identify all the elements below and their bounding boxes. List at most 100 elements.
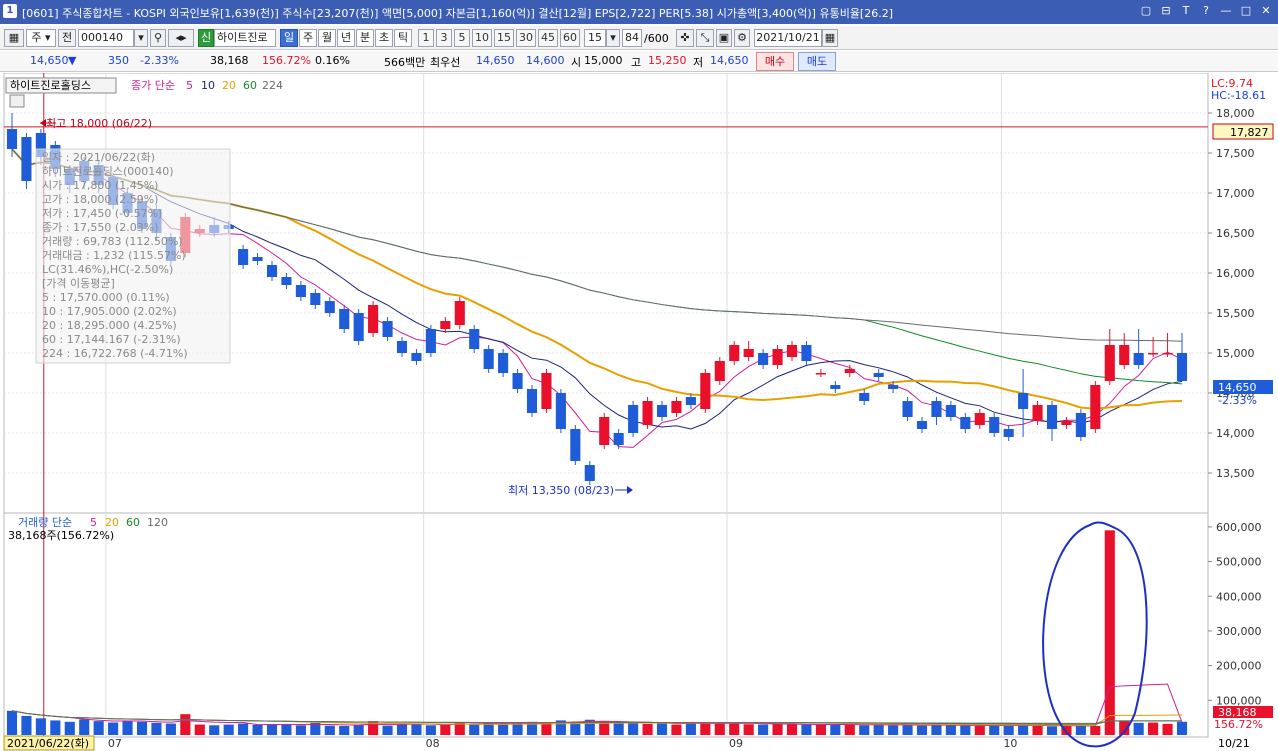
crosshair-icon[interactable]: ✜: [676, 29, 694, 47]
volume-ratio: 156.72%: [262, 54, 311, 67]
speaker-icon[interactable]: ◂▸: [168, 29, 194, 47]
volume-bar: [772, 723, 783, 735]
volume-bar: [685, 722, 696, 735]
tab-week[interactable]: 주: [299, 29, 317, 47]
volume-bar: [628, 722, 639, 735]
ma-5-label: 5: [186, 79, 193, 92]
month-label: 10: [1003, 737, 1017, 750]
volume-bar: [1032, 725, 1043, 735]
end-date-label: 10/21: [1218, 737, 1250, 750]
tab-tick[interactable]: 틱: [394, 29, 412, 47]
tooltip-line: 저가 : 17,450 (-0.57%): [42, 207, 162, 220]
count-total: /600: [644, 32, 669, 45]
code-dropdown-icon[interactable]: ▾: [134, 29, 148, 47]
candle-body: [758, 353, 769, 365]
ma-224-label: 224: [262, 79, 283, 92]
volume-bar: [122, 720, 133, 735]
candle-body: [440, 321, 451, 329]
candle-body: [945, 405, 956, 417]
candle-body: [353, 313, 364, 341]
zoom-icon[interactable]: ⤡: [696, 29, 714, 47]
volume-bar: [79, 719, 90, 735]
candle-body: [1075, 413, 1086, 437]
volume-bar: [1162, 723, 1173, 735]
volume-bar: [136, 721, 148, 735]
vol-ma-60-label: 60: [126, 516, 140, 529]
close-icon[interactable]: ✕: [1258, 3, 1274, 19]
volume-tick-label: 600,000: [1216, 521, 1262, 534]
volume-bar: [1176, 721, 1188, 735]
best-price-label: 최우선: [430, 56, 461, 69]
interval-1[interactable]: 1: [418, 29, 434, 47]
volume-tick-label: 400,000: [1216, 590, 1262, 603]
chart-area[interactable]: 18,000 17,500 17,000 16,500 16,000 15,500 15,0…: [0, 73, 1278, 751]
volume-bar: [1133, 722, 1144, 735]
minimize-icon[interactable]: —: [1218, 3, 1234, 19]
code-input[interactable]: 000140: [78, 29, 134, 47]
calendar-icon[interactable]: ▦: [822, 29, 838, 47]
chart-menu-icon[interactable]: [9, 94, 25, 108]
help-icon[interactable]: ?: [1198, 3, 1214, 19]
interval-5[interactable]: 5: [454, 29, 470, 47]
interval-15[interactable]: 15: [494, 29, 514, 47]
candle-body: [1119, 345, 1130, 365]
link-icon[interactable]: ▢: [1138, 3, 1154, 19]
sell-button[interactable]: 매도: [798, 52, 836, 71]
high-annotation: 최고 18,000 (06/22): [46, 117, 152, 130]
volume-bar: [613, 723, 624, 735]
stock-name-field[interactable]: 하이트진로: [214, 29, 276, 47]
tab-day[interactable]: 일: [280, 29, 298, 47]
save-icon[interactable]: ▣: [716, 29, 732, 47]
trade-amount: 566백만: [384, 56, 426, 69]
tab-year[interactable]: 년: [337, 29, 355, 47]
stock-name-label: 하이트진로홀딩스: [10, 78, 91, 92]
hc-label: HC:-18.61: [1211, 89, 1266, 102]
candle-body: [1133, 353, 1144, 365]
interval-3[interactable]: 3: [436, 29, 452, 47]
volume-bar: [945, 725, 956, 735]
candle-body: [873, 373, 884, 377]
volume-bar: [743, 724, 754, 735]
tooltip-line: 224 : 16,722.768 (-4.71%): [42, 347, 188, 360]
settings-icon[interactable]: ⚙: [734, 29, 750, 47]
candle-body: [772, 349, 783, 365]
prev-button[interactable]: 전: [58, 29, 76, 47]
count-input[interactable]: 84: [622, 29, 642, 47]
candle-body: [859, 393, 870, 401]
candle-body: [483, 349, 494, 369]
interval-45[interactable]: 45: [538, 29, 558, 47]
date-input[interactable]: 2021/10/21: [754, 29, 822, 47]
candle-body: [844, 369, 855, 373]
volume-bar: [786, 724, 798, 735]
search-icon[interactable]: ⚲: [150, 29, 166, 47]
pin-icon[interactable]: T: [1178, 3, 1194, 19]
tooltip-line: 거래량 : 69,783 (112.50%): [42, 235, 183, 248]
interval-10[interactable]: 10: [472, 29, 492, 47]
tab-second[interactable]: 초: [375, 29, 393, 47]
volume-bar: [425, 725, 436, 735]
candle-body: [989, 417, 1000, 433]
volume-bar: [50, 720, 61, 735]
volume-bar: [194, 724, 205, 735]
volume-bar: [238, 723, 249, 735]
interval-30[interactable]: 30: [516, 29, 536, 47]
layout-icon[interactable]: ⊟: [1158, 3, 1174, 19]
tab-minute[interactable]: 분: [356, 29, 374, 47]
volume-bar: [974, 725, 985, 735]
layout-toggle-icon[interactable]: ▦: [4, 29, 24, 47]
cursor-date-label: 2021/06/22(화): [7, 737, 89, 750]
change-value: 350: [108, 54, 129, 67]
ref-price-label: 17,827: [1230, 126, 1269, 139]
interval-60[interactable]: 60: [560, 29, 580, 47]
current-price-label: 14,650: [1218, 381, 1257, 394]
tooltip-line: 고가 : 18,000 (2.59%): [42, 193, 158, 206]
buy-button[interactable]: 매수: [756, 52, 794, 71]
interval-input[interactable]: 15: [584, 29, 606, 47]
volume-value-label: 38,168주(156.72%): [8, 529, 114, 542]
tab-month[interactable]: 월: [318, 29, 336, 47]
period-select[interactable]: 주 ▾: [26, 29, 56, 47]
turnover-ratio: 0.16%: [315, 54, 350, 67]
candle-body: [21, 137, 32, 181]
interval-dropdown-icon[interactable]: ▾: [606, 29, 620, 47]
maximize-icon[interactable]: □: [1238, 3, 1254, 19]
